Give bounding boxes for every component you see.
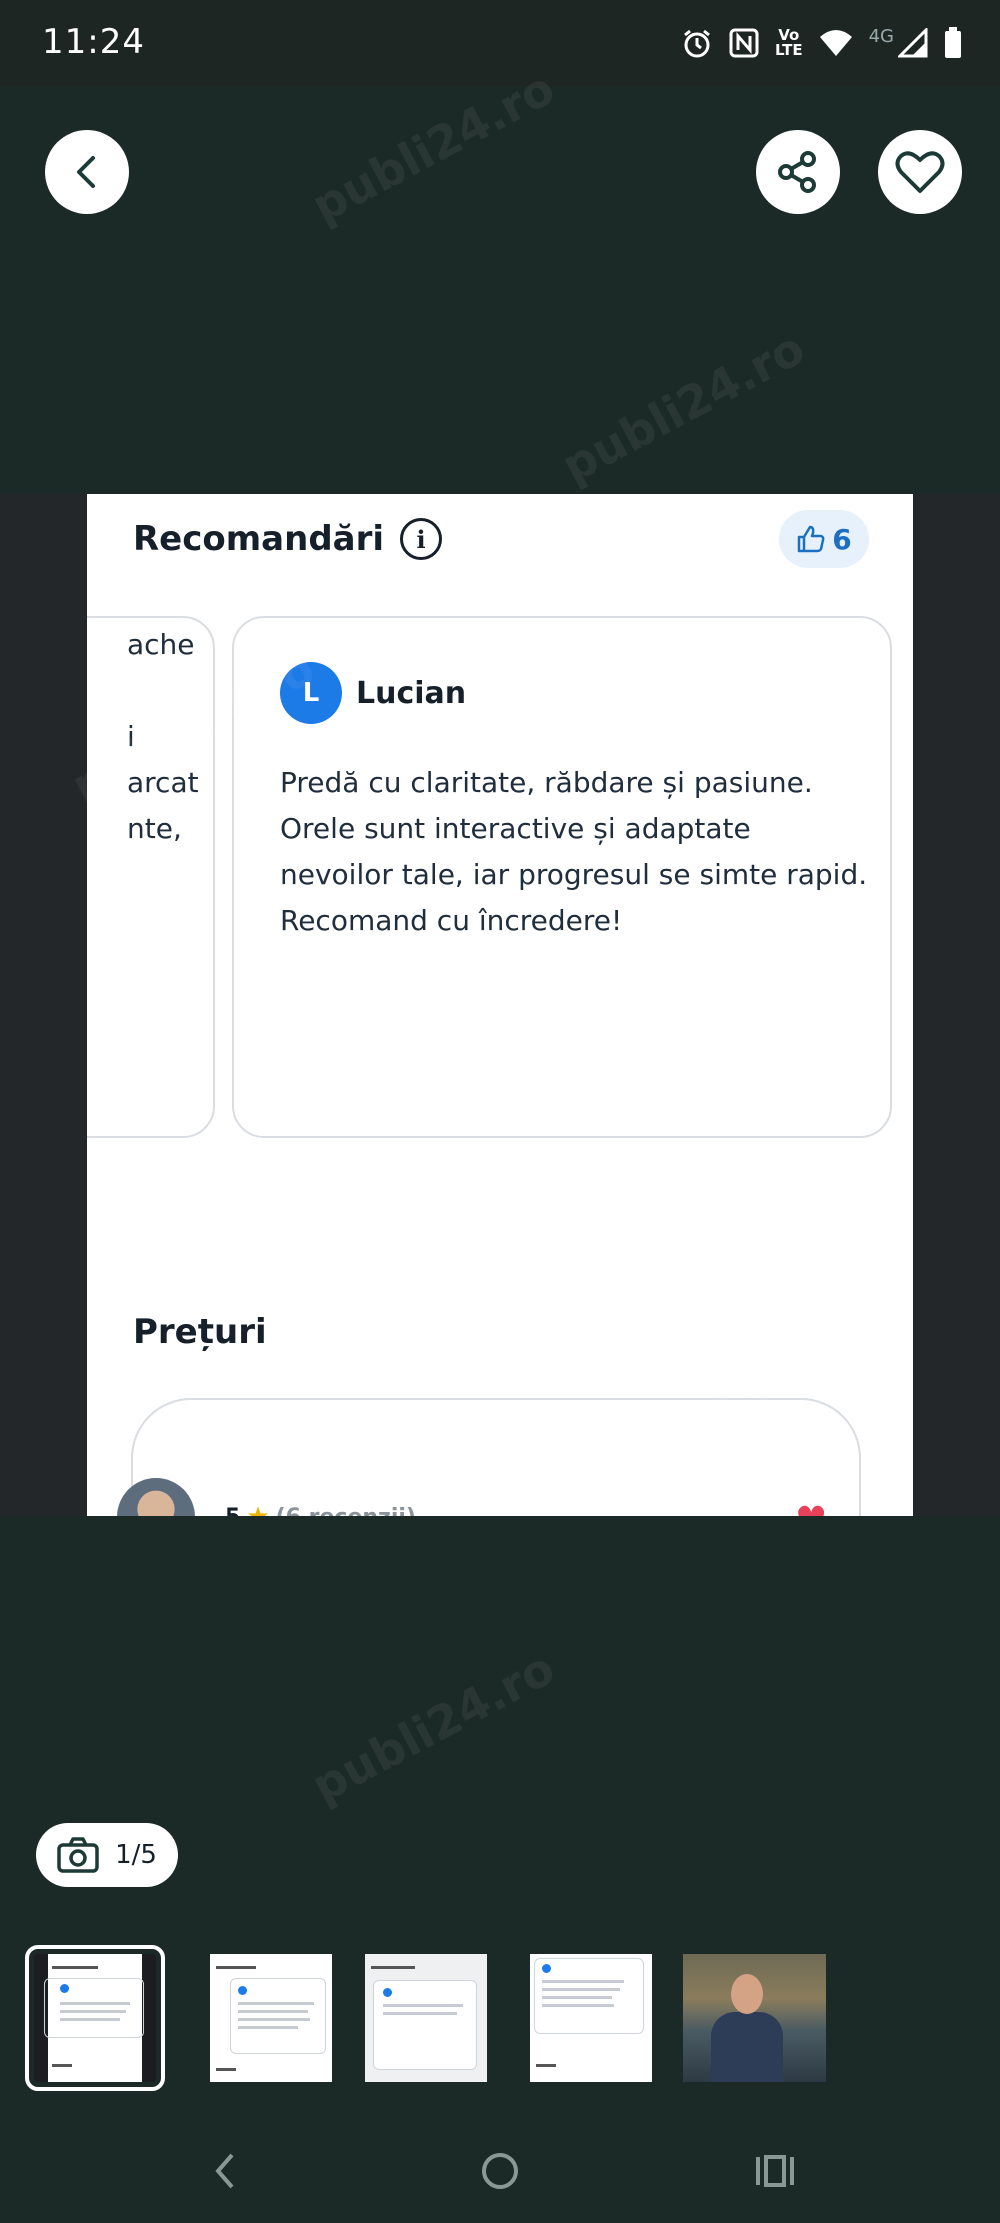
heart-filled-icon: ♥ <box>795 1500 827 1516</box>
favorite-button[interactable] <box>878 130 962 214</box>
system-nav-bar <box>0 2116 1000 2223</box>
network-type-label: 4G <box>868 25 894 47</box>
battery-icon <box>944 27 962 59</box>
photo-counter[interactable]: 1/5 <box>36 1823 178 1887</box>
share-icon <box>778 151 816 193</box>
prices-title: Prețuri <box>133 1312 267 1352</box>
nav-home-button[interactable] <box>460 2136 540 2206</box>
avatar: L <box>280 662 342 724</box>
info-icon: i <box>400 518 443 560</box>
previous-review-text: ache i arcat nte, <box>127 628 199 845</box>
camera-icon <box>57 1837 99 1873</box>
rating-value: 5 <box>225 1505 240 1517</box>
recommendations-heading: Recomandări i <box>133 518 443 560</box>
review-text: Predă cu claritate, răbdare și pasiune. … <box>280 766 868 937</box>
share-button[interactable] <box>756 130 840 214</box>
photo-viewer[interactable]: Recomandări i 6 ache i arcat nte, L Luci… <box>0 494 1000 1516</box>
status-time: 11:24 <box>42 22 145 62</box>
recommendations-title: Recomandări <box>133 519 385 559</box>
thumbnail-4[interactable] <box>530 1954 652 2082</box>
wifi-icon <box>819 29 853 57</box>
thumbnail-2[interactable] <box>210 1954 332 2082</box>
alarm-icon <box>681 27 713 59</box>
volte-icon: Vo LTE <box>775 26 803 59</box>
likes-count: 6 <box>832 522 852 556</box>
screenshot-image: Recomandări i 6 ache i arcat nte, L Luci… <box>87 494 913 1516</box>
back-button[interactable] <box>45 130 129 214</box>
thumbnail-1[interactable] <box>25 1945 165 2091</box>
signal-icon <box>898 28 928 58</box>
thumbs-up-icon <box>798 525 825 553</box>
rating-count: (6 recenzii) <box>276 1505 416 1517</box>
nav-home-icon <box>482 2153 518 2189</box>
reviewer: L Lucian <box>280 662 466 724</box>
profile-summary: 5 ★ (6 recenzii) <box>117 1478 416 1516</box>
chevron-left-icon <box>77 156 95 188</box>
viewer-top-area <box>0 86 1000 494</box>
heart-icon <box>895 151 945 193</box>
tutor-avatar <box>117 1478 195 1516</box>
thumbnail-strip <box>0 1926 1000 2116</box>
nav-recents-button[interactable] <box>735 2136 815 2206</box>
status-icons: Vo LTE 4G <box>681 22 962 64</box>
thumbnail-5[interactable] <box>683 1954 826 2082</box>
photo-counter-label: 1/5 <box>115 1840 157 1870</box>
review-card: L Lucian Predă cu claritate, răbdare și … <box>232 616 892 1138</box>
nav-back-icon <box>215 2153 234 2189</box>
star-icon: ★ <box>246 1502 269 1516</box>
viewer-bottom-area: 1/5 <box>0 1516 1000 1926</box>
nav-back-button[interactable] <box>185 2136 265 2206</box>
reviewer-name: Lucian <box>356 675 467 711</box>
likes-badge: 6 <box>779 510 869 568</box>
thumbnail-3[interactable] <box>365 1954 487 2082</box>
status-bar: 11:24 Vo LTE 4G <box>0 0 1000 86</box>
nav-recents-icon <box>756 2155 794 2187</box>
nfc-icon <box>729 28 759 58</box>
